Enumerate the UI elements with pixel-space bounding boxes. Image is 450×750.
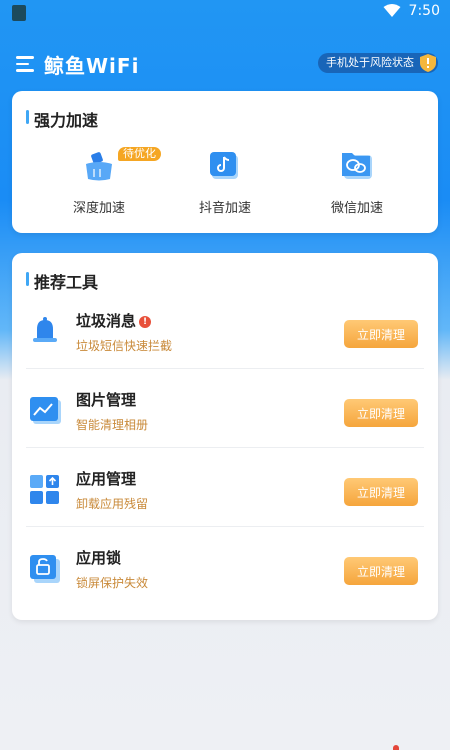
app-grid-icon	[28, 472, 62, 506]
tool-name-junk-message: 垃圾消息!	[76, 310, 152, 331]
app-bar: 鲸鱼WiFi 手机处于风险状态	[0, 48, 450, 80]
risk-status-badge[interactable]: 手机处于风险状态	[318, 53, 438, 73]
boost-card: 强力加速 深度加速 待优化 抖音加速 微信加速	[12, 91, 438, 233]
warning-icon: !	[139, 316, 152, 328]
tool-row-app-manage[interactable]: 应用管理 卸载应用残留 立即清理	[12, 448, 438, 527]
tool-desc-app-lock: 锁屏保护失效	[76, 576, 149, 590]
tool-desc-app-manage: 卸载应用残留	[76, 497, 149, 511]
bell-icon	[28, 314, 62, 348]
tool-row-junk-message[interactable]: 垃圾消息! 垃圾短信快速拦截 立即清理	[12, 290, 438, 369]
tool-row-picture-manage[interactable]: 图片管理 智能清理相册 立即清理	[12, 369, 438, 448]
tool-name-picture-manage: 图片管理	[76, 391, 137, 409]
clean-now-button-picture-manage[interactable]: 立即清理	[344, 399, 418, 427]
brush-icon	[82, 149, 116, 183]
shield-icon	[420, 54, 436, 72]
app-title: 鲸鱼WiFi	[44, 54, 140, 78]
tool-desc-picture-manage: 智能清理相册	[76, 418, 149, 432]
notification-icon	[12, 5, 26, 21]
clean-now-button-junk-message[interactable]: 立即清理	[344, 320, 418, 348]
status-bar: 7:50	[0, 0, 450, 26]
tools-card: 推荐工具 垃圾消息! 垃圾短信快速拦截 立即清理 图片管理 智能清理相册 立即清…	[12, 253, 438, 620]
wechat-boost-item[interactable]: 微信加速	[302, 149, 412, 216]
douyin-boost-item[interactable]: 抖音加速	[170, 149, 280, 216]
boost-section-title: 强力加速	[26, 107, 98, 131]
lock-icon	[28, 551, 62, 585]
wifi-icon	[383, 4, 401, 17]
clock: 7:50	[408, 3, 440, 19]
wechat-boost-label: 微信加速	[330, 201, 383, 216]
music-note-icon	[208, 149, 242, 183]
douyin-boost-label: 抖音加速	[198, 201, 251, 216]
tool-row-app-lock[interactable]: 应用锁 锁屏保护失效 立即清理	[12, 527, 438, 606]
clean-now-button-app-manage[interactable]: 立即清理	[344, 478, 418, 506]
menu-icon[interactable]	[16, 56, 34, 72]
nav-indicator	[393, 745, 399, 750]
picture-icon	[28, 393, 62, 427]
pending-badge: 待优化	[118, 147, 161, 161]
deep-boost-label: 深度加速	[72, 201, 125, 216]
wechat-icon	[340, 149, 374, 183]
tool-name-app-manage: 应用管理	[76, 470, 137, 488]
tool-desc-junk-message: 垃圾短信快速拦截	[76, 339, 173, 353]
risk-status-text: 手机处于风险状态	[326, 56, 414, 69]
tool-name-app-lock: 应用锁	[76, 549, 122, 567]
clean-now-button-app-lock[interactable]: 立即清理	[344, 557, 418, 585]
